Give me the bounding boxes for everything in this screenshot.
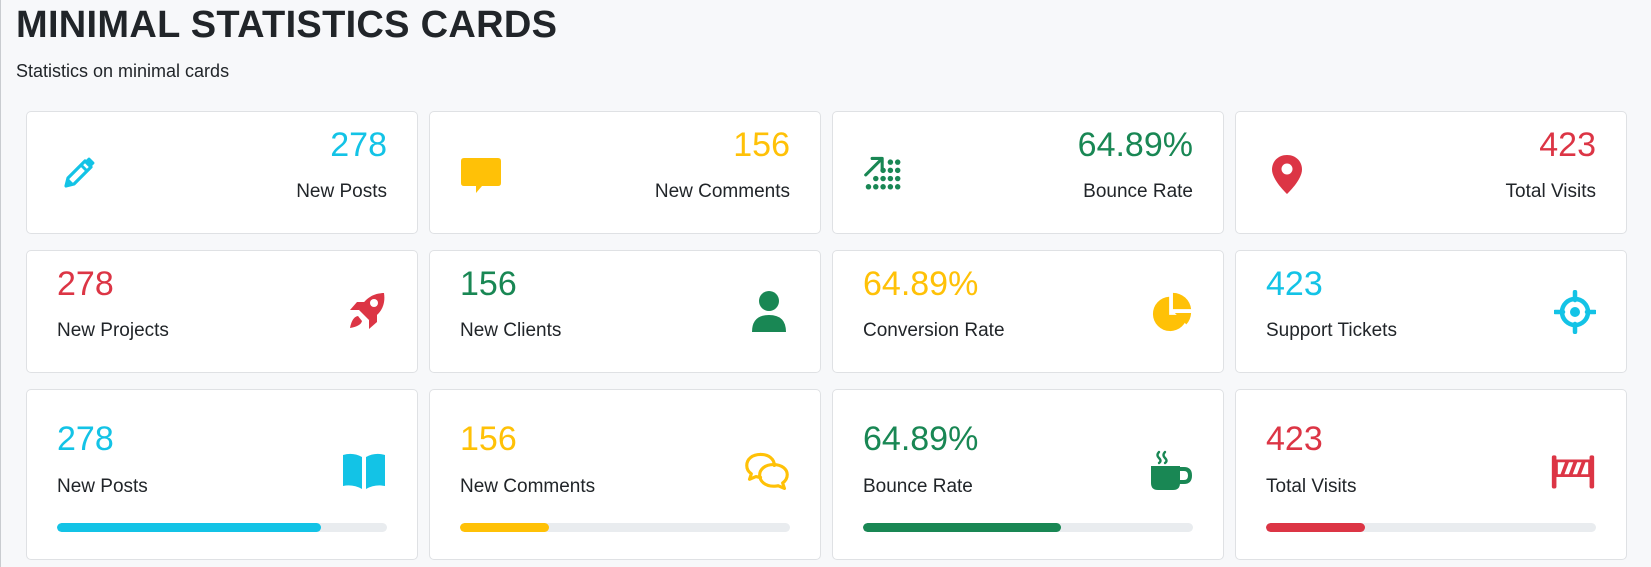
progress-bar — [863, 523, 1193, 532]
progress-bar — [460, 523, 790, 532]
progress-fill — [57, 523, 321, 532]
stat-card-bounce-rate: 64.89% Bounce Rate — [832, 111, 1224, 234]
stat-value: 278 — [330, 126, 387, 164]
coffee-cup-icon — [1147, 450, 1193, 492]
user-icon — [748, 290, 790, 334]
stat-label: Support Tickets — [1266, 320, 1397, 341]
stat-value: 64.89% — [1077, 126, 1193, 164]
stat-card-support-tickets: 423 Support Tickets — [1235, 250, 1627, 373]
pie-chart-icon — [1151, 290, 1193, 334]
stat-label: New Posts — [57, 476, 148, 497]
stats-row-3: 278 New Posts 156 New Comments 64.89% Bo… — [26, 389, 1627, 560]
progress-fill — [863, 523, 1061, 532]
rocket-icon — [345, 290, 387, 334]
stat-card-new-posts-progress: 278 New Posts — [26, 389, 418, 560]
crosshair-icon — [1554, 290, 1596, 334]
stat-label: New Clients — [460, 320, 562, 341]
stat-label: New Comments — [654, 181, 790, 202]
stat-card-conversion-rate: 64.89% Conversion Rate — [832, 250, 1224, 373]
road-barrier-icon — [1550, 450, 1596, 492]
stat-value: 278 — [57, 420, 114, 458]
stats-row-2: 278 New Projects 156 New Clients 64.89% … — [26, 250, 1627, 373]
stats-row-1: 278 New Posts 156 New Comments 64.89% Bo… — [26, 111, 1627, 234]
speech-bubble-icon — [460, 153, 502, 195]
stat-value: 64.89% — [863, 420, 979, 458]
progress-bar — [57, 523, 387, 532]
stat-value: 423 — [1539, 126, 1596, 164]
stat-card-new-posts: 278 New Posts — [26, 111, 418, 234]
stat-label: Conversion Rate — [863, 320, 1005, 341]
stat-label: New Projects — [57, 320, 169, 341]
stat-card-new-projects: 278 New Projects — [26, 250, 418, 373]
stat-label: Total Visits — [1505, 181, 1596, 202]
stat-card-new-clients: 156 New Clients — [429, 250, 821, 373]
book-open-icon — [341, 450, 387, 492]
stat-value: 423 — [1266, 265, 1323, 303]
stat-value: 156 — [733, 126, 790, 164]
stat-value: 278 — [57, 265, 114, 303]
progress-fill — [460, 523, 550, 532]
stat-label: Bounce Rate — [863, 476, 973, 497]
stat-card-bounce-rate-progress: 64.89% Bounce Rate — [832, 389, 1224, 560]
map-pin-icon — [1266, 153, 1308, 195]
stat-card-total-visits: 423 Total Visits — [1235, 111, 1627, 234]
stat-card-new-comments: 156 New Comments — [429, 111, 821, 234]
stat-label: New Posts — [296, 181, 387, 202]
stat-value: 156 — [460, 420, 517, 458]
progress-fill — [1266, 523, 1365, 532]
stat-value: 156 — [460, 265, 517, 303]
stat-value: 423 — [1266, 420, 1323, 458]
stat-card-new-comments-progress: 156 New Comments — [429, 389, 821, 560]
chat-bubbles-icon — [744, 450, 790, 492]
page-subtitle: Statistics on minimal cards — [16, 61, 230, 81]
stat-card-total-visits-progress: 423 Total Visits — [1235, 389, 1627, 560]
stat-label: New Comments — [460, 476, 596, 497]
stat-value: 64.89% — [863, 265, 979, 303]
pencil-icon — [57, 153, 99, 195]
trend-up-dots-icon — [863, 153, 905, 195]
progress-bar — [1266, 523, 1596, 532]
stat-label: Bounce Rate — [1083, 181, 1193, 202]
stat-label: Total Visits — [1266, 476, 1357, 497]
page-title: MINIMAL STATISTICS CARDS — [16, 4, 558, 46]
